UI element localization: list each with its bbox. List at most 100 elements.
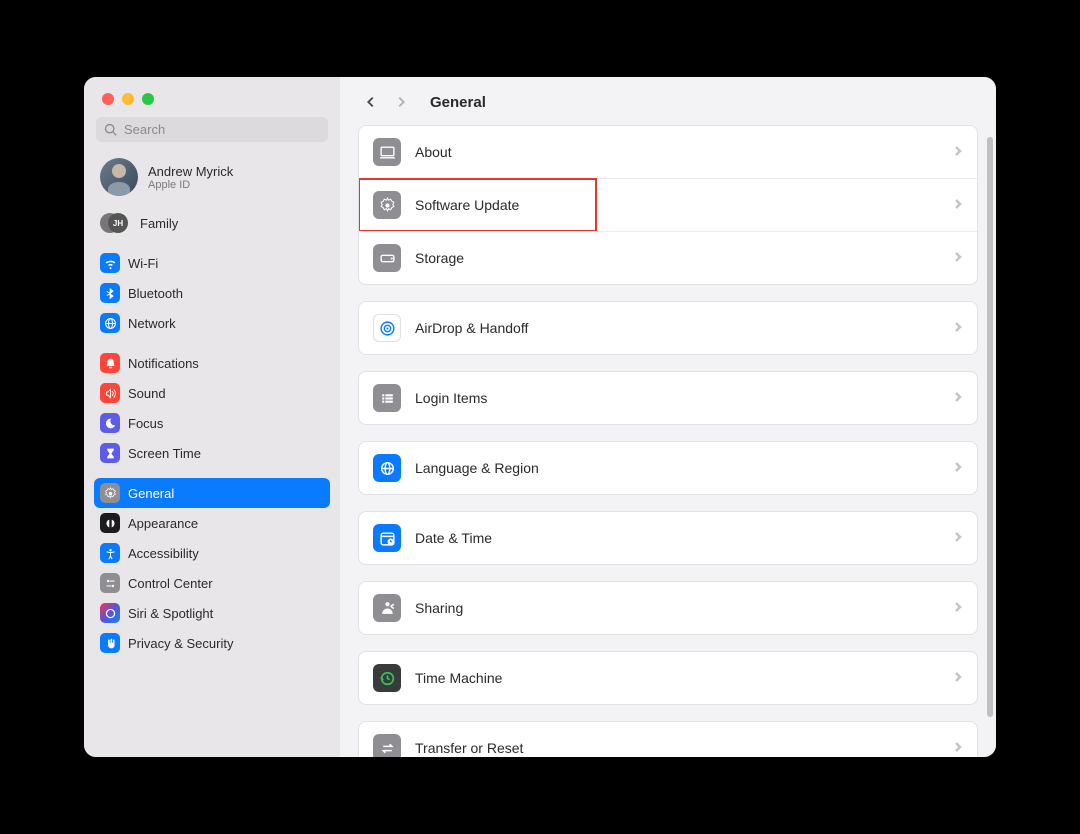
row-time-machine[interactable]: Time Machine (359, 652, 977, 704)
system-settings-window: Andrew Myrick Apple ID JH Family Wi-Fi B… (84, 77, 996, 757)
sidebar-item-label: Network (128, 316, 176, 331)
chevron-right-icon (953, 319, 963, 337)
content-scroll: About Software Update Storage (340, 125, 996, 757)
moon-icon (100, 413, 120, 433)
minimize-button[interactable] (122, 93, 134, 105)
chevron-right-icon (953, 529, 963, 547)
row-transfer-reset[interactable]: Transfer or Reset (359, 722, 977, 757)
sidebar-item-label: Notifications (128, 356, 199, 371)
panel-sharing: Sharing (358, 581, 978, 635)
sidebar-item-accessibility[interactable]: Accessibility (94, 538, 330, 568)
row-label: Login Items (415, 390, 939, 406)
row-about[interactable]: About (359, 126, 977, 178)
sidebar-item-appearance[interactable]: Appearance (94, 508, 330, 538)
gear-icon (100, 483, 120, 503)
close-button[interactable] (102, 93, 114, 105)
account-name: Andrew Myrick (148, 164, 233, 179)
sidebar-item-siri[interactable]: Siri & Spotlight (94, 598, 330, 628)
row-label: Software Update (415, 197, 939, 213)
maximize-button[interactable] (142, 93, 154, 105)
row-language-region[interactable]: Language & Region (359, 442, 977, 494)
panel-login: Login Items (358, 371, 978, 425)
panel-airdrop: AirDrop & Handoff (358, 301, 978, 355)
panel-language: Language & Region (358, 441, 978, 495)
sidebar-item-label: Siri & Spotlight (128, 606, 213, 621)
chevron-right-icon (953, 669, 963, 687)
appearance-icon (100, 513, 120, 533)
sidebar-item-wifi[interactable]: Wi-Fi (94, 248, 330, 278)
siri-icon (100, 603, 120, 623)
avatar (100, 158, 138, 196)
sidebar-item-privacy[interactable]: Privacy & Security (94, 628, 330, 658)
sidebar-item-network[interactable]: Network (94, 308, 330, 338)
search-icon (104, 123, 118, 137)
back-button[interactable] (360, 91, 382, 113)
disk-icon (373, 244, 401, 272)
chevron-right-icon (953, 459, 963, 477)
sidebar-item-label: Control Center (128, 576, 213, 591)
sidebar-item-label: Accessibility (128, 546, 199, 561)
sliders-icon (100, 573, 120, 593)
hand-icon (100, 633, 120, 653)
sidebar-item-label: Sound (128, 386, 166, 401)
sidebar-item-label: Focus (128, 416, 163, 431)
toolbar: General (340, 77, 996, 125)
chevron-right-icon (953, 739, 963, 757)
sidebar-item-general[interactable]: General (94, 478, 330, 508)
row-login-items[interactable]: Login Items (359, 372, 977, 424)
account-subtitle: Apple ID (148, 179, 233, 191)
bell-icon (100, 353, 120, 373)
row-sharing[interactable]: Sharing (359, 582, 977, 634)
row-label: AirDrop & Handoff (415, 320, 939, 336)
share-icon (373, 594, 401, 622)
row-label: Transfer or Reset (415, 740, 939, 756)
panel-system: About Software Update Storage (358, 125, 978, 285)
row-label: Sharing (415, 600, 939, 616)
row-label: Language & Region (415, 460, 939, 476)
sidebar: Andrew Myrick Apple ID JH Family Wi-Fi B… (84, 77, 340, 757)
row-storage[interactable]: Storage (359, 231, 977, 284)
laptop-icon (373, 138, 401, 166)
sidebar-item-sound[interactable]: Sound (94, 378, 330, 408)
chevron-right-icon (953, 599, 963, 617)
main-content: General About Software Update Storage (340, 77, 996, 757)
clock-icon (373, 664, 401, 692)
sidebar-item-notifications[interactable]: Notifications (94, 348, 330, 378)
sidebar-item-family[interactable]: JH Family (94, 206, 330, 240)
speaker-icon (100, 383, 120, 403)
sidebar-item-label: Privacy & Security (128, 636, 233, 651)
wifi-icon (100, 253, 120, 273)
panel-transfer: Transfer or Reset (358, 721, 978, 757)
forward-button[interactable] (390, 91, 412, 113)
chevron-right-icon (953, 196, 963, 214)
arrows-icon (373, 734, 401, 757)
family-label: Family (140, 216, 178, 231)
sidebar-item-focus[interactable]: Focus (94, 408, 330, 438)
row-label: Storage (415, 250, 939, 266)
sidebar-scroll: Andrew Myrick Apple ID JH Family Wi-Fi B… (84, 152, 340, 757)
accessibility-icon (100, 543, 120, 563)
row-airdrop[interactable]: AirDrop & Handoff (359, 302, 977, 354)
row-label: Time Machine (415, 670, 939, 686)
sidebar-item-label: Screen Time (128, 446, 201, 461)
row-date-time[interactable]: Date & Time (359, 512, 977, 564)
sidebar-item-controlcenter[interactable]: Control Center (94, 568, 330, 598)
panel-datetime: Date & Time (358, 511, 978, 565)
search-field[interactable] (96, 117, 328, 142)
row-label: About (415, 144, 939, 160)
sidebar-item-screentime[interactable]: Screen Time (94, 438, 330, 468)
panel-timemachine: Time Machine (358, 651, 978, 705)
chevron-right-icon (953, 389, 963, 407)
chevron-right-icon (953, 143, 963, 161)
row-label: Date & Time (415, 530, 939, 546)
sidebar-item-label: Appearance (128, 516, 198, 531)
page-title: General (430, 94, 486, 111)
list-icon (373, 384, 401, 412)
search-input[interactable] (124, 122, 320, 137)
sidebar-item-bluetooth[interactable]: Bluetooth (94, 278, 330, 308)
main-scrollbar[interactable] (987, 137, 993, 717)
row-software-update[interactable]: Software Update (359, 178, 977, 231)
family-icon: JH (100, 212, 130, 234)
globe-icon (100, 313, 120, 333)
apple-id-account[interactable]: Andrew Myrick Apple ID (94, 152, 330, 206)
